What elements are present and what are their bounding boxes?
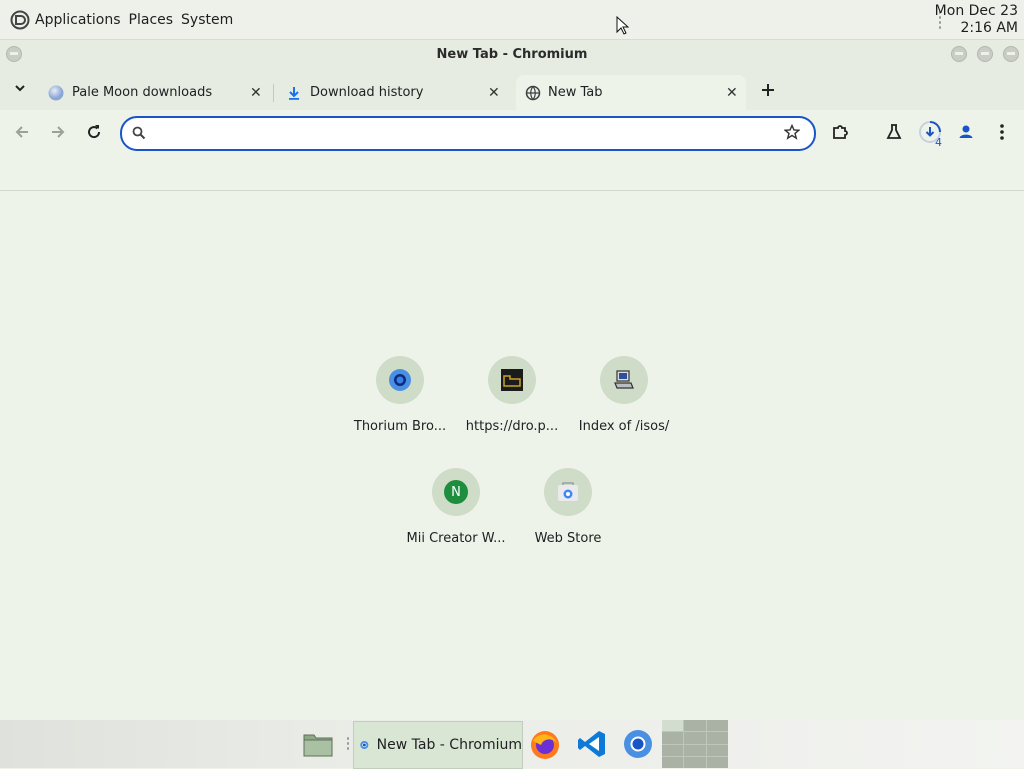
chromium-icon [360,740,369,750]
pale-moon-icon [48,85,64,101]
close-window-button[interactable] [1003,46,1019,62]
shortcut-icon-bg [544,468,592,516]
workspace-cell[interactable] [662,720,684,732]
new-tab-plus-icon[interactable] [761,83,775,97]
workspace-cell[interactable] [706,720,728,732]
downloads-button[interactable]: 4 [918,120,946,149]
workspace-cell[interactable] [684,720,706,732]
taskbar-window-button[interactable]: New Tab - Chromium [353,721,523,769]
taskbar-grip[interactable] [346,736,350,752]
workspace-cell[interactable] [684,744,706,756]
reload-icon[interactable] [84,122,104,142]
minimize-button[interactable] [951,46,967,62]
shortcut-label: Thorium Bro... [353,419,447,434]
mouse-pointer-icon [616,16,630,35]
vscode-icon[interactable] [577,729,607,759]
extensions-puzzle-icon[interactable] [830,122,850,142]
shortcut-icon-bg [600,356,648,404]
back-arrow-icon[interactable] [12,122,32,142]
maximize-button[interactable] [977,46,993,62]
shortcut-label: Mii Creator W... [406,531,506,546]
browser-toolbar: 4 [0,110,1024,191]
chromium-launcher-icon[interactable] [623,729,653,759]
site-icon [501,369,523,391]
thorium-icon [389,369,411,391]
workspace-switcher[interactable] [662,720,728,768]
shortcut-label: Web Store [534,531,602,546]
shortcut-tile[interactable]: Thorium Bro... [344,356,456,434]
clock-date: Mon Dec 23 [934,3,1018,19]
shortcut-label: Index of /isos/ [578,419,670,434]
workspace-cell[interactable] [662,732,684,744]
shortcut-label: https://dro.p... [465,419,559,434]
tab-search-chevron-icon[interactable] [13,84,27,94]
applications-menu[interactable]: Applications [6,10,125,30]
close-tab-icon[interactable]: ✕ [488,85,500,101]
shortcut-icon-bg [376,356,424,404]
applications-label: Applications [35,11,121,28]
forward-arrow-icon[interactable] [48,122,68,142]
clock[interactable]: Mon Dec 23 2:16 AM [935,3,1018,37]
address-input[interactable] [154,122,778,146]
workspace-cell[interactable] [706,732,728,744]
computer-icon [614,370,634,389]
clock-time: 2:16 AM [960,20,1018,36]
tab-strip: Pale Moon downloads ✕ Download history ✕… [0,70,1024,110]
panel-menu: Applications Places System [6,0,237,39]
tab-label: New Tab [548,85,603,100]
bottom-taskbar: New Tab - Chromium [0,720,1024,769]
file-manager-icon[interactable] [302,730,334,758]
shortcut-icon-bg: N [432,468,480,516]
taskbar-window-label: New Tab - Chromium [376,737,522,753]
search-icon [132,126,146,140]
more-menu-icon[interactable] [992,122,1012,142]
tab-pale-moon-downloads[interactable]: Pale Moon downloads ✕ [36,75,272,110]
tab-new-tab[interactable]: New Tab ✕ [516,75,746,110]
window-titlebar[interactable]: New Tab - Chromium [0,40,1024,70]
letter-n-icon: N [444,480,468,504]
distro-logo-icon [10,10,30,29]
web-store-icon [558,482,578,501]
workspace-cell[interactable] [706,756,728,768]
shortcut-icon-bg [488,356,536,404]
workspace-cell[interactable] [662,744,684,756]
places-menu[interactable]: Places [125,12,178,28]
labs-flask-icon[interactable] [884,122,904,142]
workspace-cell[interactable] [684,732,706,744]
new-tab-page: Thorium Bro... https://dro.p... Index of… [0,191,1024,720]
shortcut-tile[interactable]: Index of /isos/ [568,356,680,434]
address-bar[interactable] [120,116,816,151]
profile-avatar-icon[interactable] [956,122,976,142]
shortcut-tile[interactable]: Web Store [512,468,624,546]
top-panel: Applications Places System Mon Dec 23 2:… [0,0,1024,40]
shortcut-tile[interactable]: N Mii Creator W... [400,468,512,546]
system-menu[interactable]: System [177,12,237,28]
tab-label: Pale Moon downloads [72,85,213,100]
bookmark-star-icon[interactable] [784,124,800,140]
shortcut-tile[interactable]: https://dro.p... [456,356,568,434]
window-title: New Tab - Chromium [436,47,588,62]
download-icon [289,87,299,100]
workspace-cell[interactable] [662,756,684,768]
close-tab-icon[interactable]: ✕ [250,85,262,101]
close-tab-icon[interactable]: ✕ [726,85,738,101]
globe-icon [525,85,541,101]
workspace-cell[interactable] [706,744,728,756]
workspace-cell[interactable] [684,756,706,768]
firefox-icon[interactable] [529,729,561,761]
tab-download-history[interactable]: Download history ✕ [274,75,510,110]
tab-label: Download history [310,85,424,100]
download-count-badge: 4 [935,136,942,149]
